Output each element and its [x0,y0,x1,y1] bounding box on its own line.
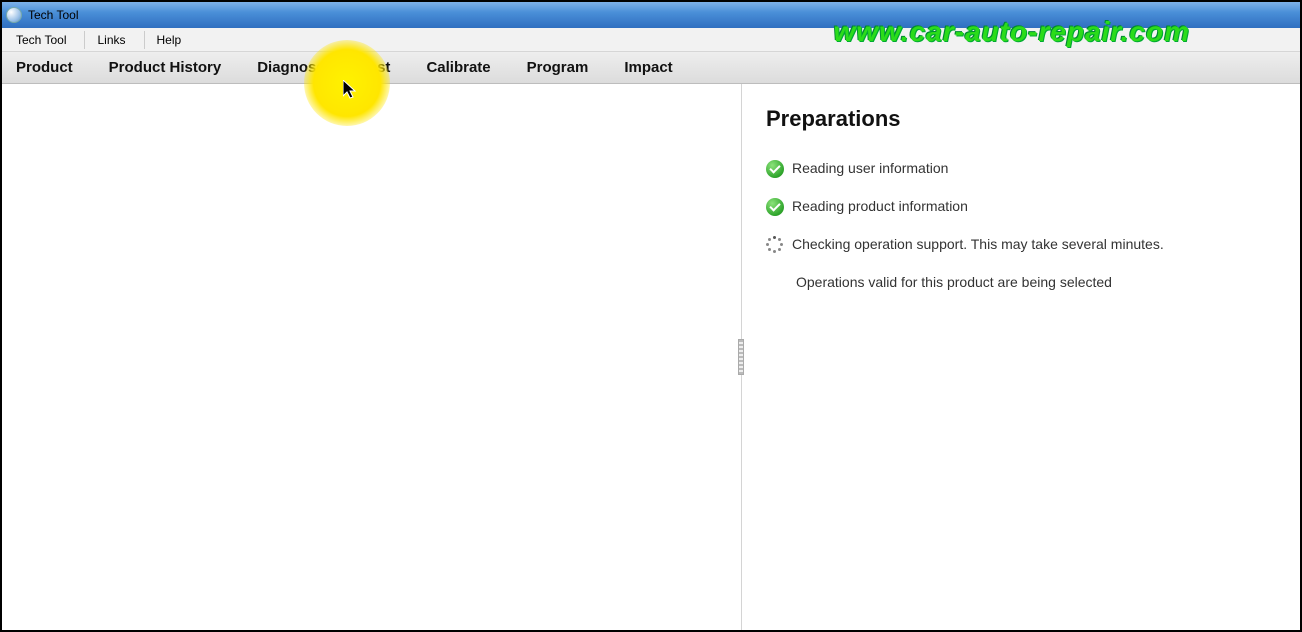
prep-item-text: Reading product information [792,198,968,214]
window-title: Tech Tool [28,8,78,22]
busy-spinner-icon [766,236,784,254]
titlebar: Tech Tool [2,2,1300,28]
menu-techtool[interactable]: Tech Tool [10,31,78,49]
tab-product[interactable]: Product [12,55,77,80]
tabbar: Product Product History Diagnose Test Ca… [2,52,1300,84]
menu-help[interactable]: Help [144,31,194,49]
menu-links[interactable]: Links [84,31,137,49]
menubar: Tech Tool Links Help [2,28,1300,52]
left-pane [2,84,742,630]
app-window: Tech Tool Tech Tool Links Help Product P… [0,0,1302,632]
prep-item: Checking operation support. This may tak… [766,236,1282,254]
tab-calibrate[interactable]: Calibrate [422,55,494,80]
tab-product-history[interactable]: Product History [105,55,226,80]
content-area: Preparations Reading user information Re… [2,84,1300,630]
check-ok-icon [766,198,784,216]
tab-impact[interactable]: Impact [620,55,676,80]
prep-sub-text: Operations valid for this product are be… [796,274,1282,290]
tab-test[interactable]: Test [357,55,395,80]
right-pane: Preparations Reading user information Re… [742,84,1300,630]
prep-item-text: Reading user information [792,160,948,176]
tab-diagnose[interactable]: Diagnose [253,55,329,80]
check-ok-icon [766,160,784,178]
tab-program[interactable]: Program [523,55,593,80]
prep-item: Reading user information [766,160,1282,178]
app-icon [6,7,22,23]
prep-item-text: Checking operation support. This may tak… [792,236,1164,252]
prep-item: Reading product information [766,198,1282,216]
splitter-handle[interactable] [738,339,744,375]
preparations-heading: Preparations [766,106,1282,132]
